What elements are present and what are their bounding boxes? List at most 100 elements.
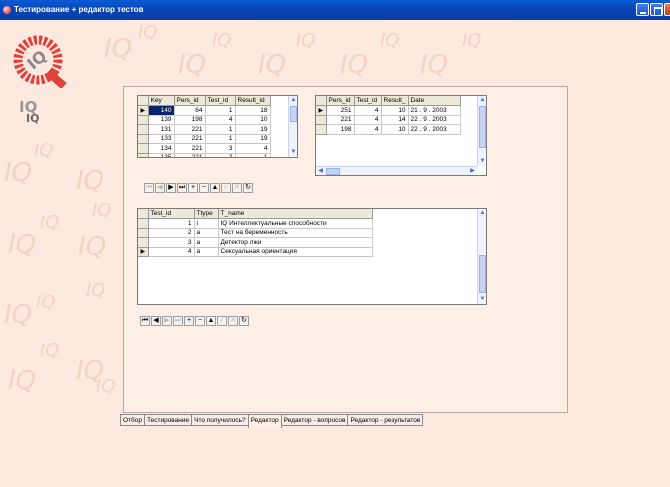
close-button[interactable]: [664, 3, 670, 16]
post-record-button[interactable]: ✓: [217, 316, 227, 326]
table-row[interactable]: 1 i IQ Интеллектуальные способности: [138, 218, 373, 229]
scroll-up-icon[interactable]: ▲: [478, 209, 486, 218]
results-grid[interactable]: Key Pers_id Test_id Result_id ▶ 140 64 1…: [137, 95, 298, 158]
table-row[interactable]: 139 198 4 10: [138, 115, 271, 125]
column-header[interactable]: Date: [408, 96, 461, 106]
insert-record-button[interactable]: +: [184, 316, 194, 326]
table-cell[interactable]: 1: [148, 218, 195, 229]
prior-record-button[interactable]: ◀: [155, 183, 165, 193]
table-cell[interactable]: 4: [235, 143, 271, 154]
first-record-button[interactable]: ⏮: [144, 183, 154, 193]
table-cell[interactable]: 10: [381, 105, 409, 116]
refresh-button[interactable]: ↻: [239, 316, 249, 326]
table-cell[interactable]: 221: [326, 115, 355, 125]
table-cell[interactable]: 1: [235, 153, 271, 157]
table-cell[interactable]: 4: [354, 124, 382, 135]
table-cell[interactable]: a: [194, 247, 219, 257]
next-record-button[interactable]: ▶: [162, 316, 172, 326]
table-cell[interactable]: 3: [205, 143, 236, 154]
column-header[interactable]: Pers_id: [326, 96, 355, 106]
table-cell[interactable]: 135: [148, 153, 175, 157]
table-cell[interactable]: 198: [326, 124, 355, 135]
table-cell[interactable]: 1: [205, 105, 236, 116]
tab-testing[interactable]: Тестирование: [144, 414, 193, 426]
delete-record-button[interactable]: −: [195, 316, 205, 326]
table-row[interactable]: 3 a Детектор лжи: [138, 237, 373, 248]
column-header[interactable]: Result_id: [235, 96, 271, 106]
table-cell[interactable]: 140: [148, 105, 175, 116]
table-cell[interactable]: 221: [174, 124, 206, 135]
table-cell[interactable]: 22 . 9 . 2003: [408, 124, 461, 135]
column-header[interactable]: Key: [148, 96, 175, 106]
table-cell[interactable]: 10: [235, 115, 271, 125]
table-row[interactable]: 134 221 3 4: [138, 143, 271, 154]
cancel-edit-button[interactable]: ✕: [232, 183, 242, 193]
column-header[interactable]: Pers_id: [174, 96, 206, 106]
persons-grid[interactable]: Pers_id Test_id Result_ Date ▶ 251 4 10 …: [315, 95, 487, 176]
scroll-up-icon[interactable]: ▲: [289, 96, 297, 105]
column-header[interactable]: Test_id: [354, 96, 382, 106]
table-cell[interactable]: 139: [148, 115, 175, 125]
post-record-button[interactable]: ✓: [221, 183, 231, 193]
table-cell[interactable]: 133: [148, 134, 175, 144]
refresh-button[interactable]: ↻: [243, 183, 253, 193]
cancel-edit-button[interactable]: ✕: [228, 316, 238, 326]
table-cell[interactable]: 251: [326, 105, 355, 116]
column-header[interactable]: T_name: [218, 209, 373, 219]
table-cell[interactable]: 64: [174, 105, 206, 116]
scroll-thumb[interactable]: [479, 255, 486, 293]
table-cell[interactable]: 19: [235, 134, 271, 144]
scroll-up-icon[interactable]: ▲: [478, 96, 486, 105]
scroll-down-icon[interactable]: ▼: [478, 295, 486, 304]
column-header[interactable]: Test_id: [205, 96, 236, 106]
table-cell[interactable]: 131: [148, 124, 175, 135]
table-cell[interactable]: IQ Интеллектуальные способности: [218, 218, 373, 229]
table-cell[interactable]: 2: [148, 228, 195, 238]
tab-results[interactable]: Что получилось?: [191, 414, 249, 426]
table-cell[interactable]: 4: [148, 247, 195, 257]
table-row[interactable]: 2 a Тест на беременность: [138, 228, 373, 238]
maximize-button[interactable]: [650, 3, 663, 16]
table-cell[interactable]: Детектор лжи: [218, 237, 373, 248]
scroll-left-icon[interactable]: ◀: [316, 167, 325, 175]
prior-record-button[interactable]: ◀: [151, 316, 161, 326]
table-cell[interactable]: 14: [381, 115, 409, 125]
table-row[interactable]: ▶ 4 a Сексуальная ориентация: [138, 247, 373, 257]
table-cell[interactable]: 18: [235, 105, 271, 116]
table-row[interactable]: 221 4 14 22 . 9 . 2003: [316, 115, 461, 125]
table-cell[interactable]: 4: [354, 105, 382, 116]
table-row[interactable]: 135 221 2 1: [138, 153, 271, 157]
table-cell[interactable]: 19: [235, 124, 271, 135]
table-cell[interactable]: 198: [174, 115, 206, 125]
table-cell[interactable]: 21 . 9 . 2003: [408, 105, 461, 116]
table-row[interactable]: ▶ 140 64 1 18: [138, 105, 271, 116]
table-cell[interactable]: 4: [354, 115, 382, 125]
table-cell[interactable]: 4: [205, 115, 236, 125]
column-header[interactable]: Result_: [381, 96, 409, 106]
table-cell[interactable]: a: [194, 228, 219, 238]
table-cell[interactable]: Тест на беременность: [218, 228, 373, 238]
last-record-button[interactable]: ⏭: [173, 316, 183, 326]
table-cell[interactable]: 1: [205, 134, 236, 144]
scroll-down-icon[interactable]: ▼: [289, 148, 297, 157]
table-row[interactable]: ▶ 251 4 10 21 . 9 . 2003: [316, 105, 461, 116]
table-cell[interactable]: i: [194, 218, 219, 229]
vertical-scrollbar[interactable]: ▲ ▼: [477, 209, 486, 304]
insert-record-button[interactable]: +: [188, 183, 198, 193]
tab-editor[interactable]: Редактор: [247, 414, 282, 428]
table-row[interactable]: 133 221 1 19: [138, 134, 271, 144]
scroll-down-icon[interactable]: ▼: [478, 157, 486, 166]
scroll-thumb[interactable]: [479, 106, 486, 148]
scroll-thumb[interactable]: [290, 106, 297, 122]
vertical-scrollbar[interactable]: ▲ ▼: [477, 96, 486, 166]
vertical-scrollbar[interactable]: ▲ ▼: [288, 96, 297, 157]
table-cell[interactable]: 2: [205, 153, 236, 157]
tab-result-editor[interactable]: Редактор - результатов: [347, 414, 424, 426]
column-header[interactable]: Ttype: [194, 209, 219, 219]
delete-record-button[interactable]: −: [199, 183, 209, 193]
edit-record-button[interactable]: ▲: [206, 316, 216, 326]
tab-selection[interactable]: Отбор: [120, 414, 145, 426]
tab-question-editor[interactable]: Редактор - вопросов: [280, 414, 349, 426]
table-cell[interactable]: 134: [148, 143, 175, 154]
edit-record-button[interactable]: ▲: [210, 183, 220, 193]
